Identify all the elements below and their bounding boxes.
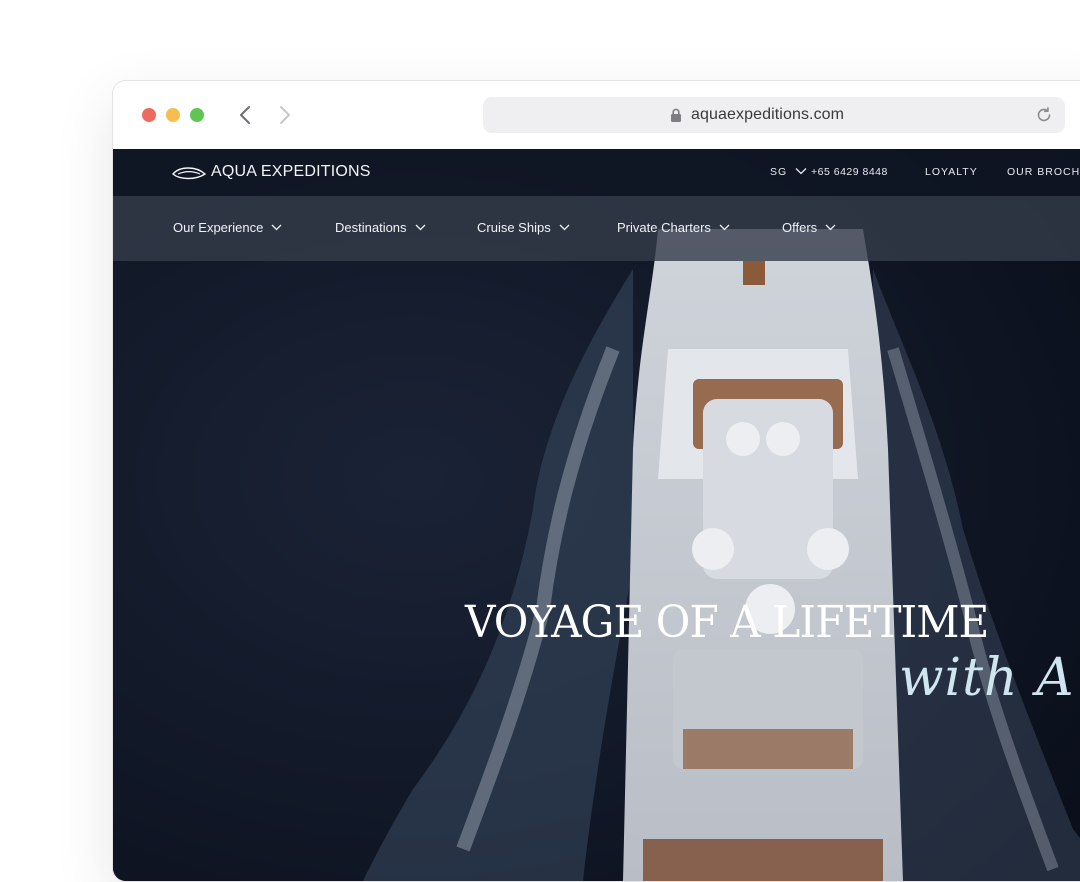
minimize-window-button[interactable]	[166, 108, 180, 122]
address-bar[interactable]: aquaexpeditions.com	[483, 97, 1065, 133]
url-text: aquaexpeditions.com	[691, 106, 845, 123]
browser-window: aquaexpeditions.com AQUA EXPEDITIONS SG …	[112, 80, 1080, 882]
loyalty-link[interactable]: LOYALTY	[925, 166, 978, 178]
nav-private-charters[interactable]: Private Charters	[617, 220, 730, 235]
utility-bar: AQUA EXPEDITIONS SG +65 6429 8448 LOYALT…	[113, 149, 1080, 196]
brochure-link[interactable]: OUR BROCHU	[1007, 166, 1080, 178]
nav-cruise-ships[interactable]: Cruise Ships	[477, 220, 570, 235]
logo-wave-icon	[172, 167, 206, 180]
close-window-button[interactable]	[142, 108, 156, 122]
nav-label: Our Experience	[173, 220, 264, 235]
reload-icon[interactable]	[1035, 106, 1053, 124]
zoom-window-button[interactable]	[190, 108, 204, 122]
chevron-down-icon	[719, 224, 730, 231]
main-navigation: Our Experience Destinations Cruise Ships…	[113, 196, 1080, 261]
chevron-right-icon[interactable]	[274, 103, 294, 127]
browser-toolbar: aquaexpeditions.com	[113, 81, 1080, 149]
phone-link[interactable]: +65 6429 8448	[811, 166, 888, 178]
chevron-down-icon[interactable]	[795, 167, 807, 175]
chevron-down-icon	[559, 224, 570, 231]
region-selector[interactable]: SG	[770, 166, 787, 178]
chevron-down-icon	[415, 224, 426, 231]
hero-headline: VOYAGE OF A LIFETIME	[465, 597, 989, 648]
lock-icon	[671, 108, 681, 122]
chevron-left-icon[interactable]	[236, 103, 256, 127]
website-viewport: AQUA EXPEDITIONS SG +65 6429 8448 LOYALT…	[113, 149, 1080, 881]
nav-offers[interactable]: Offers	[782, 220, 836, 235]
nav-our-experience[interactable]: Our Experience	[173, 220, 282, 235]
chevron-down-icon	[271, 224, 282, 231]
hero-script-text: with A	[899, 648, 1075, 708]
nav-label: Destinations	[335, 220, 407, 235]
nav-label: Private Charters	[617, 220, 711, 235]
logo-text: AQUA EXPEDITIONS	[211, 163, 371, 180]
nav-label: Offers	[782, 220, 818, 235]
chevron-down-icon	[825, 224, 836, 231]
nav-destinations[interactable]: Destinations	[335, 220, 426, 235]
nav-label: Cruise Ships	[477, 220, 551, 235]
